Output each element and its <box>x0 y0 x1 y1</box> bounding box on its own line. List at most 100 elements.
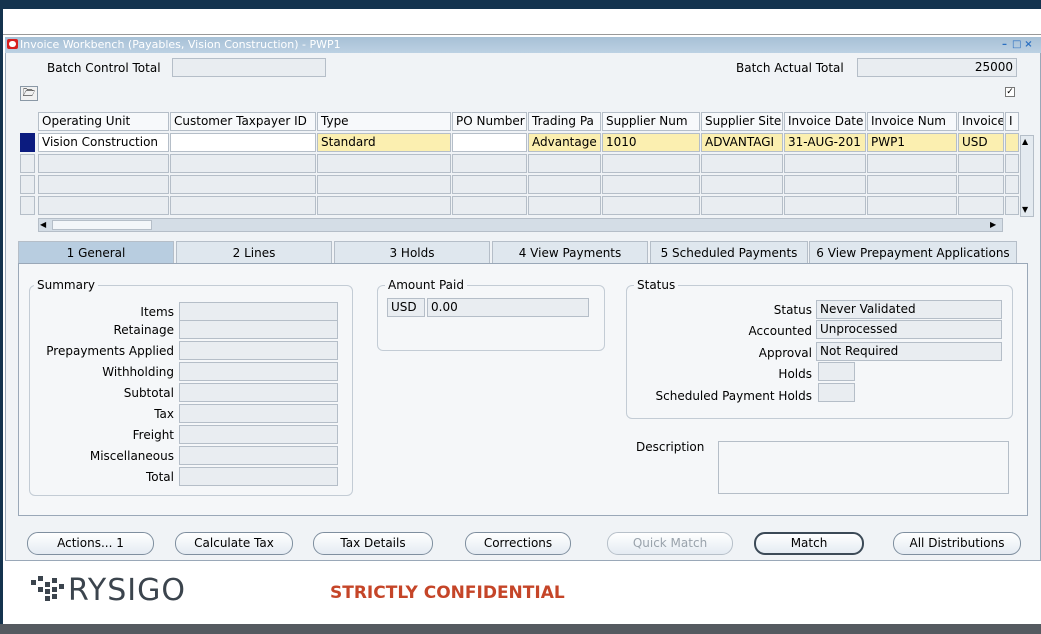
scheduled-payment-holds-field[interactable] <box>818 383 855 402</box>
empty-cell[interactable] <box>452 175 527 194</box>
col-supplier-num[interactable]: Supplier Num <box>602 112 700 131</box>
col-supplier-site[interactable]: Supplier Site <box>701 112 783 131</box>
tab-view-prepayment-applications[interactable]: 6 View Prepayment Applications <box>809 241 1017 263</box>
close-icon[interactable]: × <box>1024 40 1033 50</box>
empty-cell[interactable] <box>958 175 1004 194</box>
tab-lines[interactable]: 2 Lines <box>176 241 332 263</box>
empty-cell[interactable] <box>528 175 601 194</box>
empty-cell[interactable] <box>701 154 783 173</box>
cell-invoice-num[interactable]: PWP1 <box>867 133 957 152</box>
miscellaneous-field[interactable] <box>179 446 338 465</box>
total-field[interactable] <box>179 467 338 486</box>
empty-cell[interactable] <box>170 175 316 194</box>
quick-match-button[interactable]: Quick Match <box>607 532 733 555</box>
col-operating-unit[interactable]: Operating Unit <box>38 112 169 131</box>
empty-cell[interactable] <box>528 196 601 215</box>
cell-trading-partner[interactable]: Advantage <box>528 133 601 152</box>
tab-view-payments[interactable]: 4 View Payments <box>492 241 648 263</box>
col-po-number[interactable]: PO Number <box>452 112 527 131</box>
empty-cell[interactable] <box>1005 175 1019 194</box>
batch-control-total-field[interactable] <box>172 58 326 77</box>
items-field[interactable] <box>179 302 338 321</box>
match-button[interactable]: Match <box>754 532 864 555</box>
empty-cell[interactable] <box>170 154 316 173</box>
empty-cell[interactable] <box>602 196 700 215</box>
empty-cell[interactable] <box>867 175 957 194</box>
batch-actual-total-field[interactable]: 25000 <box>857 58 1017 77</box>
scroll-down-icon[interactable]: ▼ <box>1022 205 1032 215</box>
amount-paid-value[interactable]: 0.00 <box>427 298 589 317</box>
empty-cell[interactable] <box>452 196 527 215</box>
withholding-field[interactable] <box>179 362 338 381</box>
empty-cell[interactable] <box>317 196 451 215</box>
empty-cell[interactable] <box>784 154 866 173</box>
scroll-up-icon[interactable]: ▲ <box>1022 137 1032 147</box>
row-selector-4[interactable] <box>20 196 35 215</box>
minimize-icon[interactable]: – <box>1000 40 1009 50</box>
accounted-field[interactable]: Unprocessed <box>816 320 1002 339</box>
empty-cell[interactable] <box>958 154 1004 173</box>
empty-cell[interactable] <box>38 196 169 215</box>
tab-scheduled-payments[interactable]: 5 Scheduled Payments <box>650 241 808 263</box>
cell-invoice-date[interactable]: 31-AUG-201 <box>784 133 866 152</box>
tab-general[interactable]: 1 General <box>18 241 174 263</box>
empty-cell[interactable] <box>701 196 783 215</box>
maximize-icon[interactable]: □ <box>1012 40 1021 50</box>
subtotal-field[interactable] <box>179 383 338 402</box>
holds-field[interactable] <box>818 362 855 381</box>
cell-type[interactable]: Standard <box>317 133 451 152</box>
actions-button[interactable]: Actions... 1 <box>27 532 154 555</box>
tax-details-button[interactable]: Tax Details <box>313 532 433 555</box>
col-type[interactable]: Type <box>317 112 451 131</box>
col-invoice-currency[interactable]: Invoice <box>958 112 1004 131</box>
empty-cell[interactable] <box>701 175 783 194</box>
empty-cell[interactable] <box>170 196 316 215</box>
col-invoice-date[interactable]: Invoice Date <box>784 112 866 131</box>
empty-cell[interactable] <box>528 154 601 173</box>
col-more[interactable]: I <box>1005 112 1019 131</box>
col-trading-partner[interactable]: Trading Pa <box>528 112 601 131</box>
empty-cell[interactable] <box>867 196 957 215</box>
scroll-right-icon[interactable]: ▶ <box>990 220 1000 230</box>
tab-holds[interactable]: 3 Holds <box>334 241 490 263</box>
all-distributions-button[interactable]: All Distributions <box>893 532 1021 555</box>
row-selector-2[interactable] <box>20 154 35 173</box>
empty-cell[interactable] <box>958 196 1004 215</box>
col-invoice-num[interactable]: Invoice Num <box>867 112 957 131</box>
empty-cell[interactable] <box>38 154 169 173</box>
empty-cell[interactable] <box>784 196 866 215</box>
empty-cell[interactable] <box>452 154 527 173</box>
scroll-left-icon[interactable]: ◀ <box>40 220 50 230</box>
prepayments-applied-field[interactable] <box>179 341 338 360</box>
empty-cell[interactable] <box>1005 154 1019 173</box>
row-selector-1[interactable] <box>20 133 35 152</box>
cell-supplier-num[interactable]: 1010 <box>602 133 700 152</box>
empty-cell[interactable] <box>317 175 451 194</box>
freight-field[interactable] <box>179 425 338 444</box>
row-selector-3[interactable] <box>20 175 35 194</box>
status-field[interactable]: Never Validated <box>816 300 1002 319</box>
empty-cell[interactable] <box>867 154 957 173</box>
amount-paid-currency[interactable]: USD <box>387 298 425 317</box>
empty-cell[interactable] <box>602 154 700 173</box>
empty-cell[interactable] <box>784 175 866 194</box>
header-checkbox[interactable]: ✓ <box>1005 87 1015 97</box>
scroll-thumb[interactable] <box>52 220 152 230</box>
cell-more[interactable] <box>1005 133 1019 152</box>
cell-po-number[interactable] <box>452 133 527 152</box>
corrections-button[interactable]: Corrections <box>465 532 571 555</box>
folder-icon[interactable]: 🗁 <box>20 86 38 101</box>
cell-operating-unit[interactable]: Vision Construction <box>38 133 169 152</box>
horizontal-scrollbar[interactable] <box>38 218 1003 232</box>
tax-field[interactable] <box>179 404 338 423</box>
approval-field[interactable]: Not Required <box>816 342 1002 361</box>
cell-invoice-currency[interactable]: USD <box>958 133 1004 152</box>
empty-cell[interactable] <box>602 175 700 194</box>
empty-cell[interactable] <box>317 154 451 173</box>
cell-customer-taxpayer-id[interactable] <box>170 133 316 152</box>
calculate-tax-button[interactable]: Calculate Tax <box>175 532 293 555</box>
description-field[interactable] <box>718 441 1009 494</box>
cell-supplier-site[interactable]: ADVANTAGI <box>701 133 783 152</box>
col-customer-taxpayer-id[interactable]: Customer Taxpayer ID <box>170 112 316 131</box>
retainage-field[interactable] <box>179 320 338 339</box>
